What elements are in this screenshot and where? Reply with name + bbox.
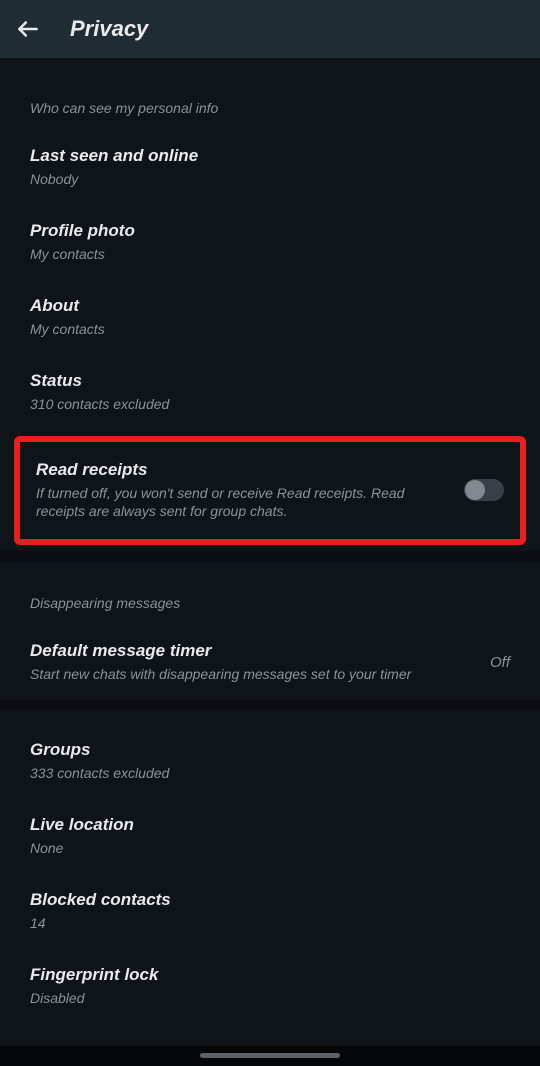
divider — [0, 551, 540, 561]
item-subtitle: 310 contacts excluded — [30, 395, 510, 414]
item-last-seen[interactable]: Last seen and online Nobody — [0, 130, 540, 205]
item-about[interactable]: About My contacts — [0, 280, 540, 355]
nav-bar-area — [0, 1046, 540, 1066]
item-title: Groups — [30, 740, 510, 760]
item-subtitle: My contacts — [30, 245, 510, 264]
item-subtitle: My contacts — [30, 320, 510, 339]
back-icon[interactable] — [14, 15, 42, 43]
item-subtitle: None — [30, 839, 510, 858]
toggle-knob — [465, 480, 485, 500]
item-blocked-contacts[interactable]: Blocked contacts 14 — [0, 874, 540, 949]
page-title: Privacy — [70, 16, 148, 42]
divider — [0, 700, 540, 710]
read-receipts-toggle[interactable] — [464, 479, 504, 501]
item-read-receipts[interactable]: Read receipts If turned off, you won't s… — [20, 442, 520, 540]
item-title: Default message timer — [30, 641, 490, 661]
nav-handle[interactable] — [200, 1053, 340, 1058]
content: Who can see my personal info Last seen a… — [0, 58, 540, 1024]
app-bar: Privacy — [0, 0, 540, 58]
item-title: Profile photo — [30, 221, 510, 241]
item-title: Status — [30, 371, 510, 391]
item-title: About — [30, 296, 510, 316]
item-subtitle: If turned off, you won't send or receive… — [36, 484, 448, 522]
item-subtitle: Disabled — [30, 989, 510, 1008]
section-header-disappearing: Disappearing messages — [0, 561, 540, 625]
item-status[interactable]: Status 310 contacts excluded — [0, 355, 540, 430]
timer-value: Off — [490, 654, 510, 671]
item-subtitle: 333 contacts excluded — [30, 764, 510, 783]
item-fingerprint-lock[interactable]: Fingerprint lock Disabled — [0, 949, 540, 1024]
item-title: Live location — [30, 815, 510, 835]
item-subtitle: Start new chats with disappearing messag… — [30, 665, 490, 684]
item-live-location[interactable]: Live location None — [0, 799, 540, 874]
item-default-message-timer[interactable]: Default message timer Start new chats wi… — [0, 625, 540, 700]
item-profile-photo[interactable]: Profile photo My contacts — [0, 205, 540, 280]
section-header-personal: Who can see my personal info — [0, 66, 540, 130]
item-title: Fingerprint lock — [30, 965, 510, 985]
item-title: Blocked contacts — [30, 890, 510, 910]
item-title: Last seen and online — [30, 146, 510, 166]
item-title: Read receipts — [36, 460, 448, 480]
item-subtitle: 14 — [30, 914, 510, 933]
item-groups[interactable]: Groups 333 contacts excluded — [0, 724, 540, 799]
highlight-read-receipts: Read receipts If turned off, you won't s… — [14, 436, 526, 546]
item-subtitle: Nobody — [30, 170, 510, 189]
